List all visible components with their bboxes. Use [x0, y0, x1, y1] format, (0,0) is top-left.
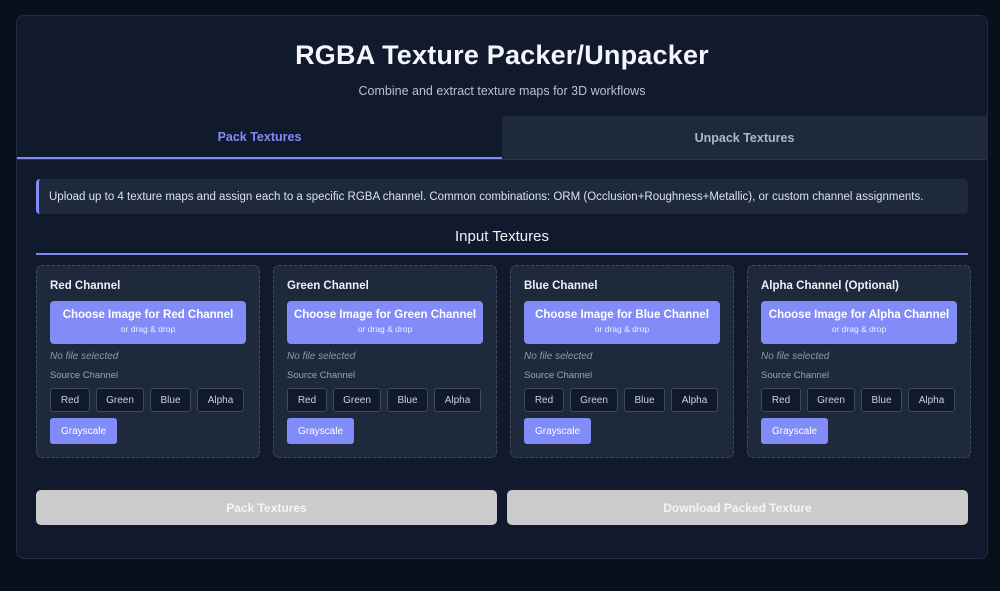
action-bar: Pack Textures Download Packed Texture: [36, 490, 968, 525]
source-grayscale-button[interactable]: Grayscale: [50, 418, 117, 444]
source-blue-button[interactable]: Blue: [150, 388, 191, 412]
channel-card-red: Red Channel Choose Image for Red Channel…: [36, 265, 260, 458]
channel-title: Blue Channel: [524, 280, 598, 292]
info-text: Upload up to 4 texture maps and assign e…: [49, 190, 924, 203]
choose-image-button-blue[interactable]: Choose Image for Blue Channel or drag & …: [524, 301, 720, 344]
choose-image-button-red[interactable]: Choose Image for Red Channel or drag & d…: [50, 301, 246, 344]
source-channel-options: Red Green Blue Alpha: [761, 388, 957, 412]
file-status: No file selected: [287, 351, 356, 362]
channel-title: Red Channel: [50, 280, 121, 292]
source-alpha-button[interactable]: Alpha: [908, 388, 955, 412]
channel-grid: Red Channel Choose Image for Red Channel…: [36, 265, 971, 458]
upload-button-label: Choose Image for Blue Channel: [535, 309, 709, 321]
source-blue-button[interactable]: Blue: [861, 388, 902, 412]
header: RGBA Texture Packer/Unpacker Combine and…: [17, 16, 987, 116]
tab-bar: Pack Textures Unpack Textures: [17, 116, 987, 160]
source-channel-label: Source Channel: [524, 370, 593, 381]
source-blue-button[interactable]: Blue: [387, 388, 428, 412]
source-red-button[interactable]: Red: [287, 388, 327, 412]
channel-card-green: Green Channel Choose Image for Green Cha…: [273, 265, 497, 458]
source-red-button[interactable]: Red: [761, 388, 801, 412]
source-channel-label: Source Channel: [761, 370, 830, 381]
source-grayscale-button[interactable]: Grayscale: [524, 418, 591, 444]
drag-drop-hint: or drag & drop: [594, 324, 650, 334]
channel-title: Green Channel: [287, 280, 369, 292]
drag-drop-hint: or drag & drop: [357, 324, 413, 334]
source-red-button[interactable]: Red: [50, 388, 90, 412]
drag-drop-hint: or drag & drop: [120, 324, 176, 334]
page-title: RGBA Texture Packer/Unpacker: [295, 40, 709, 70]
channel-title: Alpha Channel (Optional): [761, 280, 899, 292]
source-channel-label: Source Channel: [287, 370, 356, 381]
source-grayscale-button[interactable]: Grayscale: [287, 418, 354, 444]
pack-textures-button[interactable]: Pack Textures: [36, 490, 497, 525]
info-banner: Upload up to 4 texture maps and assign e…: [36, 179, 968, 214]
file-status: No file selected: [761, 351, 830, 362]
page-subtitle: Combine and extract texture maps for 3D …: [358, 84, 646, 98]
section-title-input-textures: Input Textures: [36, 228, 968, 255]
upload-button-label: Choose Image for Green Channel: [293, 309, 477, 321]
source-channel-options: Red Green Blue Alpha: [50, 388, 246, 412]
upload-button-label: Choose Image for Red Channel: [62, 309, 234, 321]
file-status: No file selected: [50, 351, 119, 362]
source-channel-options: Red Green Blue Alpha: [524, 388, 720, 412]
channel-card-blue: Blue Channel Choose Image for Blue Chann…: [510, 265, 734, 458]
upload-button-label: Choose Image for Alpha Channel: [768, 309, 950, 321]
tab-unpack-textures[interactable]: Unpack Textures: [502, 116, 987, 159]
source-channel-label: Source Channel: [50, 370, 119, 381]
channel-card-alpha: Alpha Channel (Optional) Choose Image fo…: [747, 265, 971, 458]
choose-image-button-green[interactable]: Choose Image for Green Channel or drag &…: [287, 301, 483, 344]
source-green-button[interactable]: Green: [96, 388, 144, 412]
app-container: RGBA Texture Packer/Unpacker Combine and…: [16, 15, 988, 559]
choose-image-button-alpha[interactable]: Choose Image for Alpha Channel or drag &…: [761, 301, 957, 344]
source-grayscale-button[interactable]: Grayscale: [761, 418, 828, 444]
source-alpha-button[interactable]: Alpha: [197, 388, 244, 412]
source-alpha-button[interactable]: Alpha: [671, 388, 718, 412]
source-green-button[interactable]: Green: [333, 388, 381, 412]
tab-pack-textures[interactable]: Pack Textures: [17, 116, 502, 159]
source-red-button[interactable]: Red: [524, 388, 564, 412]
source-alpha-button[interactable]: Alpha: [434, 388, 481, 412]
pack-panel: Upload up to 4 texture maps and assign e…: [17, 160, 987, 525]
drag-drop-hint: or drag & drop: [831, 324, 887, 334]
source-blue-button[interactable]: Blue: [624, 388, 665, 412]
file-status: No file selected: [524, 351, 593, 362]
source-green-button[interactable]: Green: [807, 388, 855, 412]
source-channel-options: Red Green Blue Alpha: [287, 388, 483, 412]
source-green-button[interactable]: Green: [570, 388, 618, 412]
download-packed-texture-button[interactable]: Download Packed Texture: [507, 490, 968, 525]
